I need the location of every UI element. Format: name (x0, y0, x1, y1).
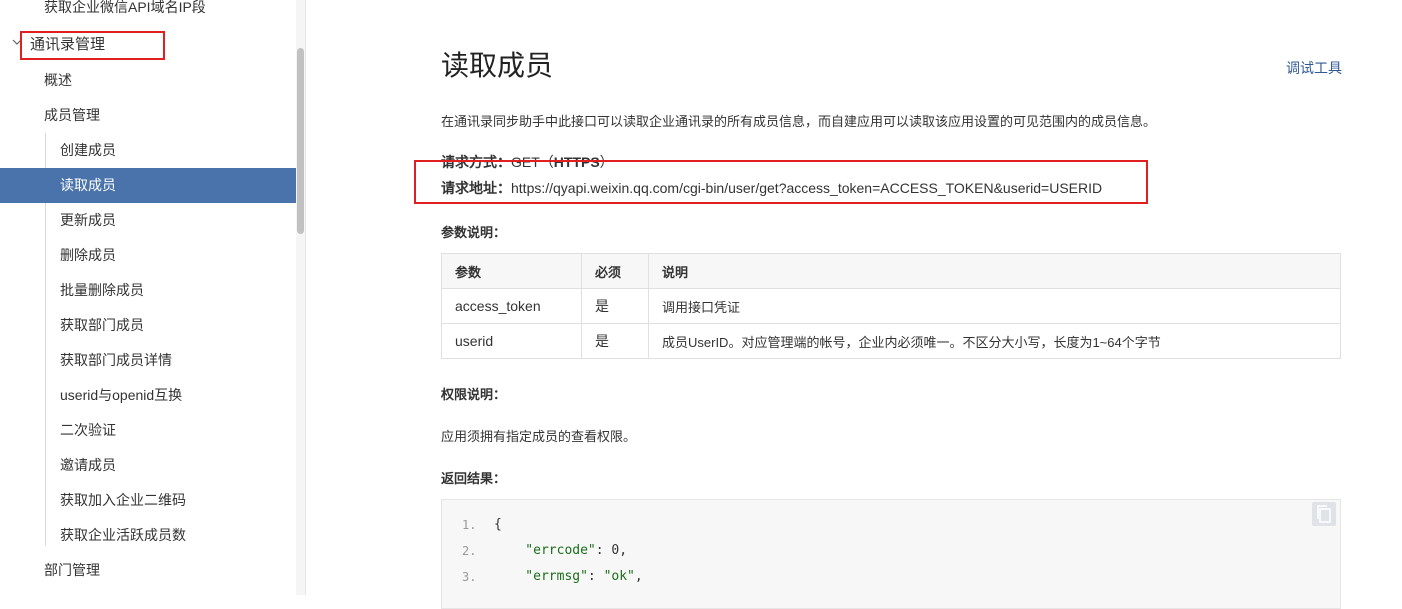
param-desc: 成员UserID。对应管理端的帐号，企业内必须唯一。不区分大小写，长度为1~64… (648, 323, 1341, 359)
params-header-desc: 说明 (648, 253, 1341, 289)
code-line-text: "errcode": 0, (494, 538, 627, 564)
code-line-number: 3. (462, 570, 477, 584)
intro-text: 在通讯录同步助手中此接口可以读取企业通讯录的所有成员信息，而自建应用可以读取该应… (441, 114, 1157, 129)
sidebar-item[interactable]: 成员管理 (0, 98, 296, 133)
code-token: , (634, 569, 643, 584)
sidebar-item[interactable]: 概述 (0, 63, 296, 98)
sidebar-item[interactable]: 读取成员 (0, 168, 296, 203)
sidebar-item[interactable]: 批量删除成员 (0, 273, 296, 308)
highlight-box-request (414, 160, 1148, 204)
param-required: 是 (581, 288, 649, 324)
table-row: userid 是 成员UserID。对应管理端的帐号，企业内必须唯一。不区分大小… (441, 323, 1341, 359)
code-line: 2. "errcode": 0, (442, 538, 1340, 564)
page-title: 读取成员 (441, 50, 554, 81)
code-line: 1. { (442, 512, 1340, 538)
code-token: "errcode" (494, 543, 596, 558)
code-token: { (494, 517, 502, 532)
code-block: 1.{2. "errcode": 0, 3. "errmsg": "ok", (441, 499, 1341, 609)
code-token: , (619, 543, 628, 558)
sidebar-item[interactable]: 删除成员 (0, 238, 296, 273)
code-token: : (587, 569, 604, 584)
sidebar-item[interactable]: 邀请成员 (0, 448, 296, 483)
param-desc: 调用接口凭证 (648, 288, 1341, 324)
params-header-required: 必须 (581, 253, 649, 289)
code-line-text: { (494, 512, 502, 538)
sidebar: 获取企业微信API域名IP段 通讯录管理 概述 成员管理 创建成员 读取成员 更新成员删… (0, 0, 306, 595)
sidebar-item[interactable]: 更新成员 (0, 203, 296, 238)
code-token: : (595, 543, 612, 558)
sidebar-item[interactable]: 创建成员 (0, 133, 296, 168)
sidebar-item[interactable]: 二次验证 (0, 413, 296, 448)
param-name: access_token (441, 288, 582, 324)
sidebar-item[interactable]: userid与openid互换 (0, 378, 296, 413)
params-table-header-row: 参数 必须 说明 (441, 253, 1341, 289)
sidebar-item[interactable]: 获取部门成员 (0, 308, 296, 343)
sidebar-item[interactable]: 部门管理 (0, 553, 296, 588)
permission-text: 应用须拥有指定成员的查看权限。 (441, 429, 637, 444)
params-header-param: 参数 (441, 253, 582, 289)
code-token: "errmsg" (494, 569, 588, 584)
highlight-box-group (20, 31, 165, 60)
code-line: 3. "errmsg": "ok", (442, 564, 1340, 590)
sidebar-item[interactable]: 获取部门成员详情 (0, 343, 296, 378)
sidebar-scrollbar-thumb[interactable] (297, 48, 304, 234)
table-row: access_token 是 调用接口凭证 (441, 288, 1341, 324)
param-name: userid (441, 323, 582, 359)
params-heading: 参数说明： (441, 225, 507, 240)
result-heading: 返回结果： (441, 471, 507, 486)
sidebar-item[interactable]: 获取加入企业二维码 (0, 483, 296, 518)
params-table: 参数 必须 说明 access_token 是 调用接口凭证 userid 是 … (441, 253, 1341, 359)
code-line-number: 1. (462, 518, 477, 532)
sidebar-item-api-ip[interactable]: 获取企业微信API域名IP段 (0, 0, 296, 25)
code-line-number: 2. (462, 544, 477, 558)
param-required: 是 (581, 323, 649, 359)
sidebar-item[interactable]: 获取企业活跃成员数 (0, 518, 296, 553)
permission-heading: 权限说明： (441, 387, 507, 402)
debug-tool-link[interactable]: 调试工具 (1286, 58, 1342, 78)
code-token: "ok" (603, 569, 635, 584)
code-line-text: "errmsg": "ok", (494, 564, 643, 590)
